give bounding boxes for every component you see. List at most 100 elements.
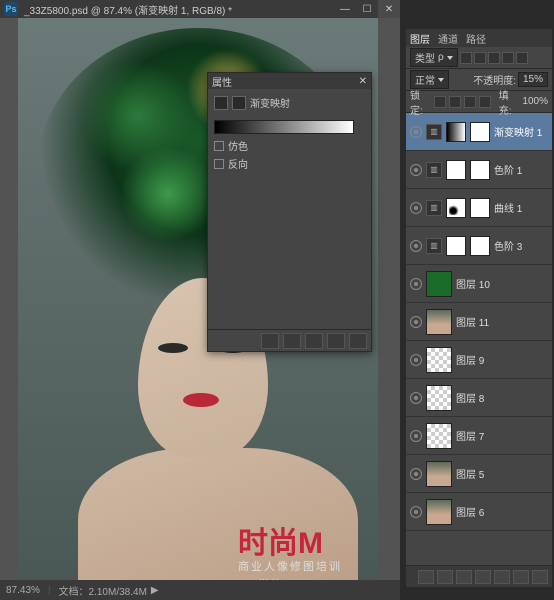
layer-thumb[interactable] bbox=[426, 271, 452, 297]
delete-layer-icon[interactable] bbox=[532, 570, 548, 584]
layer-thumb[interactable] bbox=[426, 309, 452, 335]
reverse-label: 反向 bbox=[228, 156, 248, 171]
opacity-input[interactable]: 15% bbox=[518, 72, 548, 87]
filter-shape-icon[interactable] bbox=[502, 52, 514, 64]
layer-name-label[interactable]: 图层 6 bbox=[456, 504, 484, 519]
adjustment-preview-thumb[interactable] bbox=[446, 198, 466, 218]
properties-panel[interactable]: 属性 ✕ 渐变映射 仿色 反向 bbox=[207, 72, 372, 352]
layer-name-label[interactable]: 图层 9 bbox=[456, 352, 484, 367]
clip-layer-icon[interactable] bbox=[261, 333, 279, 349]
visibility-toggle-icon[interactable] bbox=[410, 202, 422, 214]
titlebar[interactable]: Ps _33Z5800.psd @ 87.4% (渐变映射 1, RGB/8) … bbox=[0, 0, 400, 18]
layer-row[interactable]: 图层 5 bbox=[406, 455, 552, 493]
layer-row[interactable]: ▥ 色阶 1 bbox=[406, 151, 552, 189]
layer-name-label[interactable]: 曲线 1 bbox=[494, 200, 522, 215]
layer-name-label[interactable]: 渐变映射 1 bbox=[494, 124, 542, 139]
layers-footer bbox=[406, 565, 552, 587]
visibility-toggle-icon[interactable] bbox=[410, 430, 422, 442]
visibility-toggle-icon[interactable] bbox=[410, 126, 422, 138]
lock-transparency-icon[interactable] bbox=[434, 96, 446, 108]
layer-row[interactable]: 图层 7 bbox=[406, 417, 552, 455]
tab-paths[interactable]: 路径 bbox=[466, 31, 486, 46]
lock-label: 锁定: bbox=[410, 87, 430, 117]
layer-name-label[interactable]: 色阶 3 bbox=[494, 238, 522, 253]
zoom-level[interactable]: 87.43% bbox=[6, 585, 40, 596]
adjustment-thumb-icon[interactable]: ▥ bbox=[426, 124, 442, 140]
layer-mask-thumb[interactable] bbox=[470, 236, 490, 256]
adjustment-preview-thumb[interactable] bbox=[446, 160, 466, 180]
layer-name-label[interactable]: 图层 5 bbox=[456, 466, 484, 481]
layer-name-label[interactable]: 图层 11 bbox=[456, 314, 489, 329]
maximize-button[interactable]: ☐ bbox=[356, 0, 378, 18]
adjustment-preview-thumb[interactable] bbox=[446, 122, 466, 142]
toggle-visibility-icon[interactable] bbox=[327, 333, 345, 349]
adjustment-preview-thumb[interactable] bbox=[446, 236, 466, 256]
layer-thumb[interactable] bbox=[426, 461, 452, 487]
layer-row[interactable]: 图层 10 bbox=[406, 265, 552, 303]
layers-panel[interactable]: 图层 通道 路径 类型 ρ 正常 不透明度: 15% 锁定: 填充: 100% … bbox=[405, 28, 553, 588]
layer-name-label[interactable]: 色阶 1 bbox=[494, 162, 522, 177]
reset-icon[interactable] bbox=[305, 333, 323, 349]
layer-row[interactable]: ▥ 曲线 1 bbox=[406, 189, 552, 227]
visibility-toggle-icon[interactable] bbox=[410, 468, 422, 480]
tab-layers[interactable]: 图层 bbox=[410, 31, 430, 46]
delete-adjustment-icon[interactable] bbox=[349, 333, 367, 349]
visibility-toggle-icon[interactable] bbox=[410, 392, 422, 404]
visibility-toggle-icon[interactable] bbox=[410, 278, 422, 290]
layer-thumb[interactable] bbox=[426, 499, 452, 525]
layer-row[interactable]: ▥ 色阶 3 bbox=[406, 227, 552, 265]
layer-row[interactable]: 图层 11 bbox=[406, 303, 552, 341]
close-button[interactable]: ✕ bbox=[378, 0, 400, 18]
new-adjustment-icon[interactable] bbox=[475, 570, 491, 584]
layer-row[interactable]: 图层 8 bbox=[406, 379, 552, 417]
layer-name-label[interactable]: 图层 10 bbox=[456, 276, 490, 291]
adjustment-thumb-icon[interactable]: ▥ bbox=[426, 238, 442, 254]
lock-position-icon[interactable] bbox=[464, 96, 476, 108]
adjustment-thumb-icon[interactable]: ▥ bbox=[426, 200, 442, 216]
filter-smart-icon[interactable] bbox=[516, 52, 528, 64]
fill-input[interactable]: 100% bbox=[522, 96, 548, 107]
visibility-toggle-icon[interactable] bbox=[410, 316, 422, 328]
layer-thumb[interactable] bbox=[426, 385, 452, 411]
layer-mask-thumb[interactable] bbox=[470, 160, 490, 180]
filter-adj-icon[interactable] bbox=[474, 52, 486, 64]
properties-header[interactable]: 属性 ✕ bbox=[208, 73, 371, 89]
visibility-toggle-icon[interactable] bbox=[410, 506, 422, 518]
layer-style-icon[interactable] bbox=[437, 570, 453, 584]
dither-checkbox[interactable] bbox=[214, 141, 224, 151]
adjustment-type-label: 渐变映射 bbox=[250, 95, 290, 110]
properties-footer bbox=[208, 329, 371, 351]
new-group-icon[interactable] bbox=[494, 570, 510, 584]
layer-row[interactable]: 图层 9 bbox=[406, 341, 552, 379]
statusbar: 87.43% | 文档：2.10M/38.4M ▶ bbox=[0, 580, 400, 600]
lock-all-icon[interactable] bbox=[479, 96, 491, 108]
layer-row[interactable]: ▥ 渐变映射 1 bbox=[406, 113, 552, 151]
mask-icon[interactable] bbox=[232, 96, 246, 110]
filter-pixel-icon[interactable] bbox=[460, 52, 472, 64]
layer-mask-thumb[interactable] bbox=[470, 122, 490, 142]
layer-mask-thumb[interactable] bbox=[470, 198, 490, 218]
layer-name-label[interactable]: 图层 8 bbox=[456, 390, 484, 405]
visibility-toggle-icon[interactable] bbox=[410, 164, 422, 176]
new-layer-icon[interactable] bbox=[513, 570, 529, 584]
adjustment-thumb-icon[interactable]: ▥ bbox=[426, 162, 442, 178]
layer-mask-icon[interactable] bbox=[456, 570, 472, 584]
filter-kind-dropdown[interactable]: 类型 ρ bbox=[410, 48, 458, 67]
visibility-toggle-icon[interactable] bbox=[410, 354, 422, 366]
layer-thumb[interactable] bbox=[426, 423, 452, 449]
layer-thumb[interactable] bbox=[426, 347, 452, 373]
layers-list[interactable]: ▥ 渐变映射 1 ▥ 色阶 1 ▥ 曲线 1 ▥ 色阶 3 图层 10 图层 11 图层 9 图层 8… bbox=[406, 113, 552, 531]
properties-close-icon[interactable]: ✕ bbox=[359, 76, 367, 87]
panel-tabs[interactable]: 图层 通道 路径 bbox=[406, 29, 552, 47]
layer-name-label[interactable]: 图层 7 bbox=[456, 428, 484, 443]
link-layers-icon[interactable] bbox=[418, 570, 434, 584]
view-previous-icon[interactable] bbox=[283, 333, 301, 349]
minimize-button[interactable]: — bbox=[334, 0, 356, 18]
tab-channels[interactable]: 通道 bbox=[438, 31, 458, 46]
visibility-toggle-icon[interactable] bbox=[410, 240, 422, 252]
lock-pixels-icon[interactable] bbox=[449, 96, 461, 108]
gradient-preview[interactable] bbox=[214, 120, 354, 134]
filter-text-icon[interactable] bbox=[488, 52, 500, 64]
layer-row[interactable]: 图层 6 bbox=[406, 493, 552, 531]
reverse-checkbox[interactable] bbox=[214, 159, 224, 169]
